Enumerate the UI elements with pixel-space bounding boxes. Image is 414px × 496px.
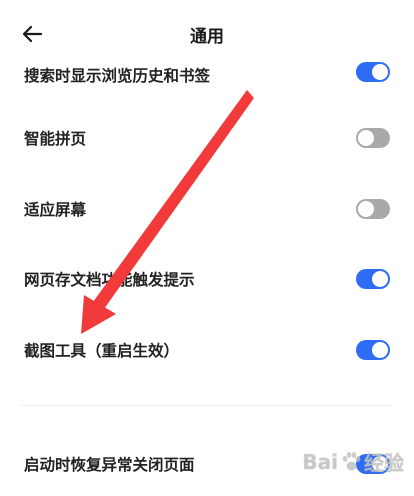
setting-row-screenshot-tool[interactable]: 截图工具（重启生效） [0,322,414,378]
top-bar: 通用 [0,0,414,62]
toggle-knob [358,201,374,217]
toggle-knob [372,64,388,80]
setting-row-smart-page-merge[interactable]: 智能拼页 [0,110,414,166]
toggle-switch[interactable] [356,62,390,82]
toggle-knob [372,342,388,358]
watermark-text-right: 经验 [364,451,404,475]
setting-label: 网页存文档功能触发提示 [24,271,195,289]
setting-label: 搜索时显示浏览历史和书签 [24,67,211,85]
setting-row-save-document-prompt[interactable]: 网页存文档功能触发提示 [0,251,414,307]
setting-label: 截图工具（重启生效） [24,342,180,360]
toggle-switch[interactable] [356,340,390,360]
setting-row-fit-screen[interactable]: 适应屏幕 [0,181,414,237]
setting-label: 适应屏幕 [24,201,87,219]
toggle-switch[interactable] [356,128,390,148]
watermark: Bai 经验 [302,447,404,476]
section-divider [20,405,392,406]
paw-icon [342,451,361,470]
setting-label: 智能拼页 [24,130,87,148]
toggle-switch[interactable] [356,199,390,219]
watermark-text-left: Bai [302,449,338,474]
toggle-switch[interactable] [356,269,390,289]
setting-row-search-history[interactable]: 搜索时显示浏览历史和书签 [0,54,414,110]
settings-screen: 通用 搜索时显示浏览历史和书签 智能拼页 适应屏幕 网页存文档功能触发提示 截图… [0,0,414,496]
toggle-knob [358,130,374,146]
setting-label: 启动时恢复异常关闭页面 [24,456,195,474]
page-title: 通用 [190,27,224,47]
toggle-knob [372,271,388,287]
